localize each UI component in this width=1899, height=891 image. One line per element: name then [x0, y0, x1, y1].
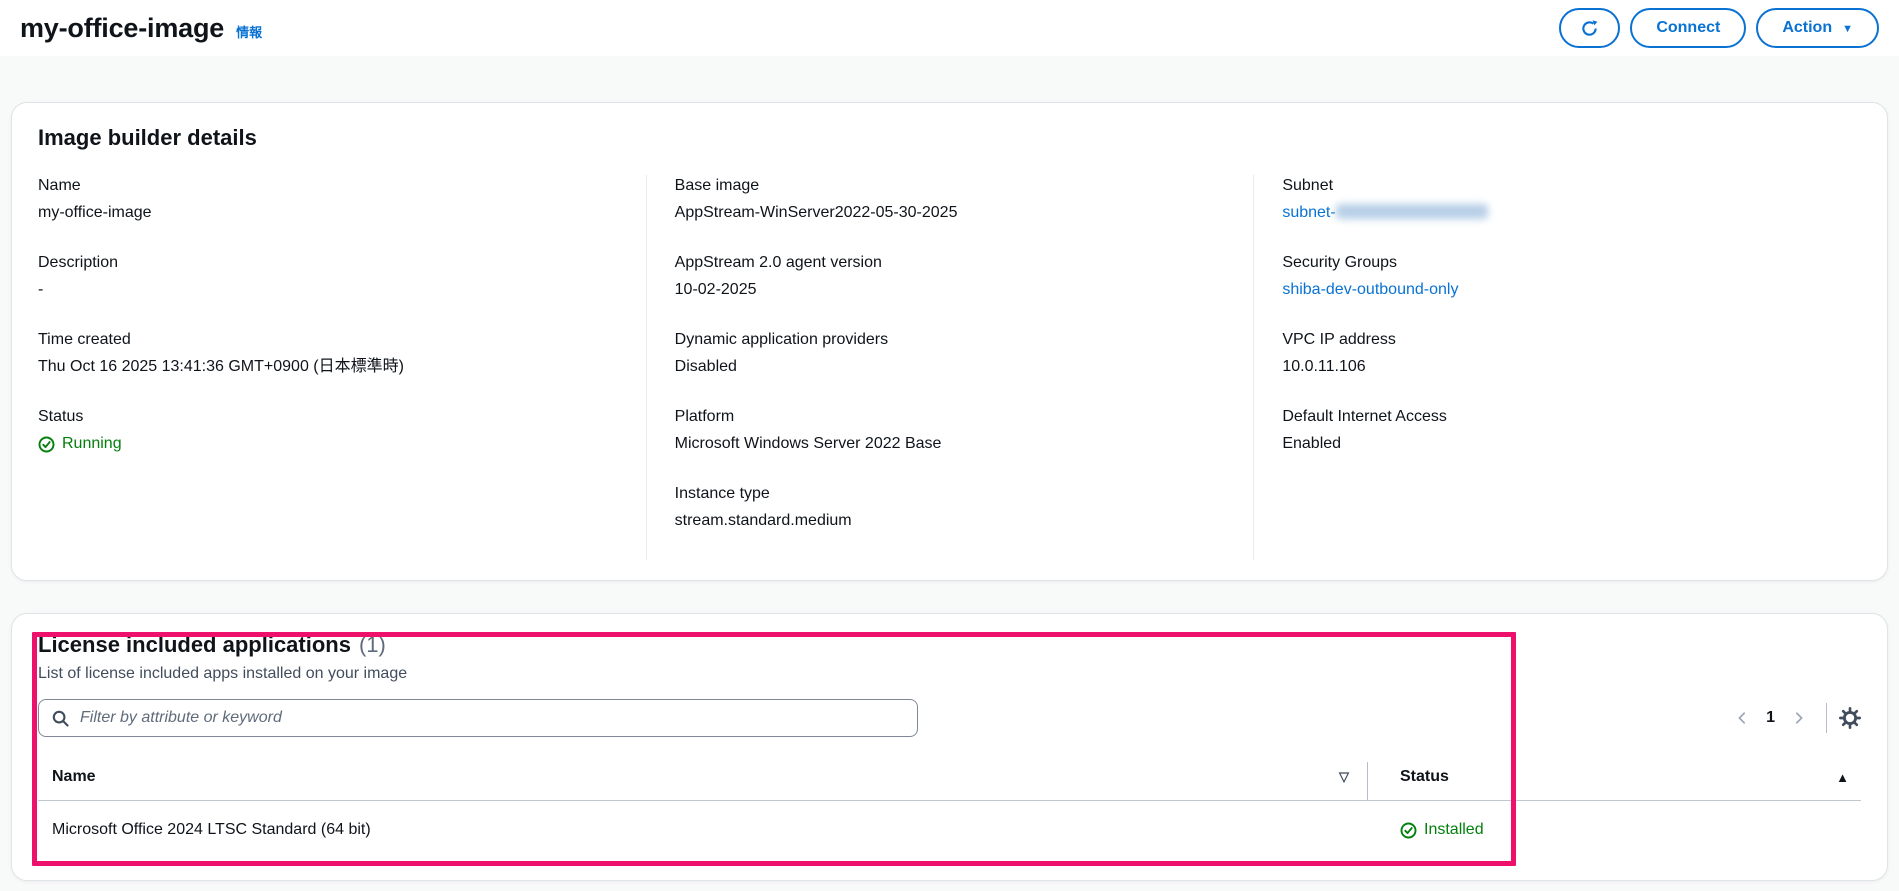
field-description-value: - [38, 281, 44, 298]
installed-success-icon [1400, 822, 1417, 839]
page-title: my-office-image [20, 12, 225, 43]
field-default-internet-access: Default Internet Access Enabled [1282, 406, 1833, 455]
column-header-name[interactable]: Name ▽ [38, 762, 1368, 800]
field-agent-version-label: AppStream 2.0 agent version [674, 254, 882, 271]
apps-card-subtitle: List of license included apps installed … [38, 665, 408, 682]
refresh-icon [1581, 19, 1598, 37]
field-agent-version-value: 10-02-2025 [674, 281, 757, 298]
page-number-1[interactable]: 1 [1757, 709, 1784, 727]
details-column-2: Base image AppStream-WinServer2022-05-30… [645, 175, 1254, 560]
column-header-status[interactable]: Status ▲ [1368, 762, 1861, 800]
table-preferences-button[interactable] [1839, 707, 1861, 729]
field-time-created-label: Time created [38, 331, 131, 348]
subnet-link[interactable]: subnet- [1282, 204, 1488, 221]
subnet-link-prefix: subnet- [1282, 204, 1336, 221]
field-time-created-value: Thu Oct 16 2025 13:41:36 GMT+0900 (日本標準時… [38, 358, 404, 375]
gear-icon [1839, 707, 1861, 729]
field-instance-type-value: stream.standard.medium [674, 512, 852, 529]
details-card-title: Image builder details [38, 125, 257, 150]
field-base-image-value: AppStream-WinServer2022-05-30-2025 [674, 204, 958, 221]
refresh-button[interactable] [1559, 8, 1621, 48]
field-status: Status Running [38, 406, 618, 458]
field-agent-version: AppStream 2.0 agent version 10-02-2025 [675, 252, 1226, 301]
subnet-id-redacted [1335, 204, 1488, 219]
info-link[interactable]: 情報 [236, 22, 262, 41]
field-platform-value: Microsoft Windows Server 2022 Base [674, 435, 942, 452]
connect-button-label: Connect [1656, 19, 1721, 36]
header-actions: Connect Action ▼ [1559, 8, 1879, 48]
status-text: Running [62, 435, 122, 452]
next-page-button[interactable] [1784, 703, 1814, 733]
app-name-cell: Microsoft Office 2024 LTSC Standard (64 … [52, 821, 371, 838]
field-base-image: Base image AppStream-WinServer2022-05-30… [675, 175, 1226, 224]
field-status-label: Status [38, 408, 84, 425]
details-column-1: Name my-office-image Description - Time … [38, 175, 646, 560]
status-success-icon [38, 436, 55, 453]
name-header-label: Name [52, 768, 96, 785]
app-status-text: Installed [1424, 821, 1484, 838]
apps-card-title: License included applications [38, 632, 351, 657]
field-time-created: Time created Thu Oct 16 2025 13:41:36 GM… [38, 329, 618, 378]
sort-ascending-icon: ▲ [1836, 769, 1849, 785]
search-icon [52, 710, 69, 727]
image-builder-details-card: Image builder details Name my-office-ima… [11, 102, 1888, 581]
field-name: Name my-office-image [38, 175, 618, 224]
status-header-label: Status [1400, 768, 1449, 785]
table-controls: 1 [1727, 703, 1861, 733]
controls-divider [1826, 703, 1827, 733]
action-button-label: Action [1782, 19, 1833, 36]
action-menu-button[interactable]: Action ▼ [1756, 8, 1879, 48]
field-description-label: Description [38, 254, 119, 271]
field-security-groups-label: Security Groups [1282, 254, 1398, 271]
field-platform: Platform Microsoft Windows Server 2022 B… [675, 406, 1226, 455]
field-subnet: Subnet subnet- [1282, 175, 1833, 224]
field-instance-type: Instance type stream.standard.medium [675, 483, 1226, 532]
page-content: Image builder details Name my-office-ima… [0, 56, 1899, 891]
page-header: my-office-image 情報 Connect Action ▼ [0, 0, 1899, 56]
connect-button[interactable]: Connect [1630, 8, 1747, 48]
field-security-groups: Security Groups shiba-dev-outbound-only [1282, 252, 1833, 301]
apps-count-badge: (1) [358, 632, 386, 657]
field-subnet-label: Subnet [1282, 177, 1334, 194]
chevron-left-icon [1735, 711, 1749, 725]
chevron-right-icon [1792, 711, 1806, 725]
field-platform-label: Platform [674, 408, 735, 425]
field-dynamic-app-providers-label: Dynamic application providers [674, 331, 889, 348]
caret-down-icon: ▼ [1842, 22, 1853, 35]
field-vpc-ip: VPC IP address 10.0.11.106 [1282, 329, 1833, 378]
field-vpc-ip-value: 10.0.11.106 [1282, 358, 1366, 375]
field-default-internet-access-label: Default Internet Access [1282, 408, 1447, 425]
table-row: Microsoft Office 2024 LTSC Standard (64 … [38, 801, 1861, 862]
field-vpc-ip-label: VPC IP address [1282, 331, 1396, 348]
field-instance-type-label: Instance type [674, 485, 770, 502]
filter-input-container [38, 699, 918, 737]
sort-descending-icon: ▽ [1339, 769, 1349, 784]
status-badge: Running [38, 433, 122, 455]
field-description: Description - [38, 252, 618, 301]
apps-table-header: Name ▽ Status ▲ [38, 762, 1861, 801]
field-dynamic-app-providers: Dynamic application providers Disabled [675, 329, 1226, 378]
field-name-label: Name [38, 177, 81, 194]
license-apps-card: License included applications (1) List o… [11, 613, 1888, 881]
app-status-cell: Installed [1368, 801, 1861, 862]
field-default-internet-access-value: Enabled [1282, 435, 1342, 452]
field-dynamic-app-providers-value: Disabled [674, 358, 737, 375]
security-group-link[interactable]: shiba-dev-outbound-only [1282, 281, 1458, 298]
details-column-3: Subnet subnet- Security Groups shiba-dev… [1253, 175, 1861, 560]
filter-input[interactable] [78, 708, 904, 728]
field-base-image-label: Base image [674, 177, 760, 194]
field-name-value: my-office-image [38, 204, 152, 221]
previous-page-button[interactable] [1727, 703, 1757, 733]
